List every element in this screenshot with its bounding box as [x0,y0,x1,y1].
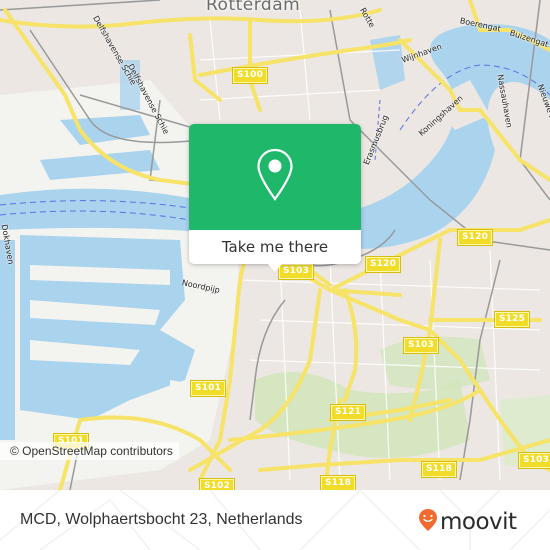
location-popup: Take me there [189,124,361,272]
popup-header [189,124,361,230]
road-shield-s120: S120 [364,256,402,273]
road-shield-s103: S103 [277,263,315,280]
road-shield-s125: S125 [493,311,531,328]
road-shield-s100: S100 [231,67,269,84]
road-shield-s120: S120 [456,229,494,246]
map[interactable]: Rotterdam Delfshavense Schie Delfshavens… [0,0,550,490]
moovit-logo[interactable]: moovit [418,508,517,536]
location-pin-icon [255,147,295,207]
map-attribution[interactable]: © OpenStreetMap contributors [0,442,179,460]
road-shield-s103: S103 [402,337,440,354]
road-shield-s121: S121 [329,404,367,421]
popup-tail [267,263,283,272]
road-shield-s118: S118 [319,475,357,490]
road-shield-s101: S101 [189,380,227,397]
take-me-there-button[interactable]: Take me there [189,230,361,264]
road-shield-s118: S118 [420,461,458,478]
city-label-rotterdam: Rotterdam [206,0,301,15]
moovit-wordmark: moovit [440,509,517,535]
moovit-pin-icon [418,508,438,536]
place-address: MCD, Wolphaertsbocht 23, Netherlands [20,511,303,528]
road-shield-s102: S102 [198,478,236,490]
road-shield-s103: S103 [517,452,550,469]
footer: MCD, Wolphaertsbocht 23, Netherlands moo… [0,490,550,550]
